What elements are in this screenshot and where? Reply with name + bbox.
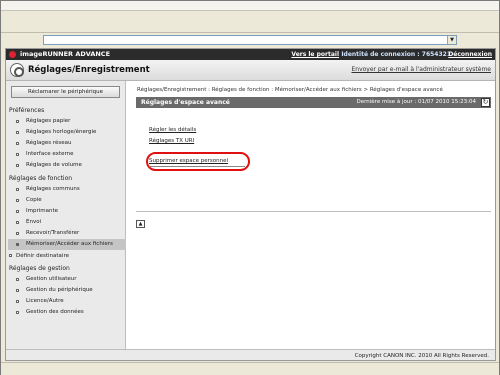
link-delete-personal-space[interactable]: Supprimer espace personnel	[149, 157, 228, 165]
settings-gear-icon	[10, 63, 24, 77]
browser-status-bar	[1, 362, 499, 375]
sidebar-item-label: Réglages de volume	[26, 162, 82, 168]
sidebar-heading-preferences[interactable]: Préférences	[9, 107, 44, 115]
browser-window: ▼ imageRUNNER ADVANCE Vers le portail Id…	[0, 0, 500, 375]
sidebar-item-device-management[interactable]: Gestion du périphérique	[16, 285, 124, 296]
sidebar-item-define-recipient[interactable]: Définir destinataire	[7, 251, 125, 261]
sidebar: Réclamarer le périphérique Préférences R…	[6, 81, 126, 360]
sidebar-item-network[interactable]: Réglages réseau	[16, 138, 124, 149]
task-links-panel: Régler les détails Réglages TX URI Suppr…	[136, 108, 491, 211]
bullet-icon	[16, 232, 19, 235]
sidebar-item-common[interactable]: Réglages communs	[16, 184, 124, 195]
sidebar-item-label: Copie	[26, 197, 42, 203]
sidebar-item-receive-forward[interactable]: Recevoir/Transférer	[16, 228, 124, 239]
bullet-icon	[16, 142, 19, 145]
sidebar-item-label: Imprimante	[26, 208, 59, 214]
last-update-text: Dernière mise à jour : 01/07 2010 15:23:…	[356, 99, 477, 105]
sidebar-item-volume[interactable]: Réglages de volume	[16, 160, 124, 171]
email-admin-link[interactable]: Envoyer par e-mail à l'administrateur sy…	[351, 66, 491, 74]
bullet-icon	[16, 188, 19, 191]
sidebar-item-clock-energy[interactable]: Réglages horloge/énergie	[16, 127, 124, 138]
brand-bar: imageRUNNER ADVANCE Vers le portail Iden…	[6, 49, 495, 60]
bullet-icon	[9, 254, 12, 257]
sidebar-item-paper[interactable]: Réglages papier	[16, 116, 124, 127]
address-row: ▼	[1, 33, 499, 47]
copyright-text: Copyright CANON INC. 2010 All Rights Res…	[354, 353, 489, 359]
sidebar-item-label: Définir destinataire	[16, 253, 69, 259]
bullet-icon	[16, 199, 19, 202]
bullet-icon	[16, 311, 19, 314]
portal-link[interactable]: Vers le portail	[291, 50, 339, 59]
bullet-icon	[16, 164, 19, 167]
bullet-icon	[16, 153, 19, 156]
sidebar-item-label: Gestion du périphérique	[26, 287, 93, 293]
sidebar-item-store-access-files[interactable]: Mémoriser/Accéder aux fichiers	[8, 239, 126, 250]
bullet-icon	[16, 221, 19, 224]
header-bar: Réglages/Enregistrement Envoyer par e-ma…	[6, 60, 495, 81]
bullet-icon	[16, 300, 19, 303]
sidebar-item-send[interactable]: Envoi	[16, 217, 124, 228]
sidebar-item-label: Recevoir/Transférer	[26, 230, 80, 236]
chevron-down-icon[interactable]: ▼	[447, 36, 456, 44]
section-title: Réglages d'espace avancé	[141, 99, 230, 106]
bullet-icon	[16, 210, 19, 213]
back-to-top-button[interactable]: ▲	[136, 220, 145, 228]
sidebar-item-label: Gestion utilisateur	[26, 276, 77, 282]
web-page: imageRUNNER ADVANCE Vers le portail Iden…	[5, 48, 496, 361]
browser-title-strip	[1, 1, 499, 11]
sidebar-item-license-other[interactable]: Licence/Autre	[16, 296, 124, 307]
bullet-icon	[16, 131, 19, 134]
sidebar-item-external-interface[interactable]: Interface externe	[16, 149, 124, 160]
divider	[136, 211, 491, 212]
refresh-icon[interactable]: ↻	[481, 98, 490, 107]
login-id-text: Identité de connexion : 7654321	[341, 51, 451, 58]
sidebar-item-label: Licence/Autre	[26, 298, 64, 304]
section-header: Réglages d'espace avancé Dernière mise à…	[136, 97, 491, 108]
address-input[interactable]: ▼	[43, 35, 457, 45]
page-title: Réglages/Enregistrement	[28, 65, 150, 75]
link-adjust-details[interactable]: Régler les détails	[149, 126, 196, 134]
breadcrumb: Réglages/Enregistrement : Réglages de fo…	[137, 87, 443, 93]
sidebar-item-printer[interactable]: Imprimante	[16, 206, 124, 217]
link-tx-uri-settings[interactable]: Réglages TX URI	[149, 137, 194, 145]
main-content: Réglages/Enregistrement : Réglages de fo…	[127, 81, 495, 360]
canon-logo-icon	[9, 51, 16, 58]
brand-name: imageRUNNER ADVANCE	[20, 50, 111, 58]
sidebar-item-label: Réglages horloge/énergie	[26, 129, 97, 135]
sidebar-item-data-management[interactable]: Gestion des données	[16, 307, 124, 318]
footer: Copyright CANON INC. 2010 All Rights Res…	[6, 349, 495, 360]
sidebar-heading-management[interactable]: Réglages de gestion	[9, 265, 70, 273]
sidebar-item-label: Réglages papier	[26, 118, 71, 124]
sidebar-item-label: Mémoriser/Accéder aux fichiers	[26, 241, 113, 247]
sidebar-item-label: Réglages réseau	[26, 140, 72, 146]
browser-toolbar	[1, 11, 499, 33]
divider	[149, 166, 245, 167]
reset-device-button[interactable]: Réclamarer le périphérique	[11, 86, 120, 98]
sidebar-item-label: Gestion des données	[26, 309, 84, 315]
sidebar-item-label: Interface externe	[26, 151, 74, 157]
logout-link[interactable]: Déconnexion	[448, 50, 492, 59]
sidebar-item-user-management[interactable]: Gestion utilisateur	[16, 274, 124, 285]
bullet-icon	[16, 289, 19, 292]
bullet-icon	[16, 120, 19, 123]
sidebar-item-copy[interactable]: Copie	[16, 195, 124, 206]
bullet-icon	[16, 243, 19, 246]
bullet-icon	[16, 278, 19, 281]
sidebar-item-label: Réglages communs	[26, 186, 80, 192]
sidebar-heading-function-settings[interactable]: Réglages de fonction	[9, 175, 72, 183]
sidebar-item-label: Envoi	[26, 219, 42, 225]
